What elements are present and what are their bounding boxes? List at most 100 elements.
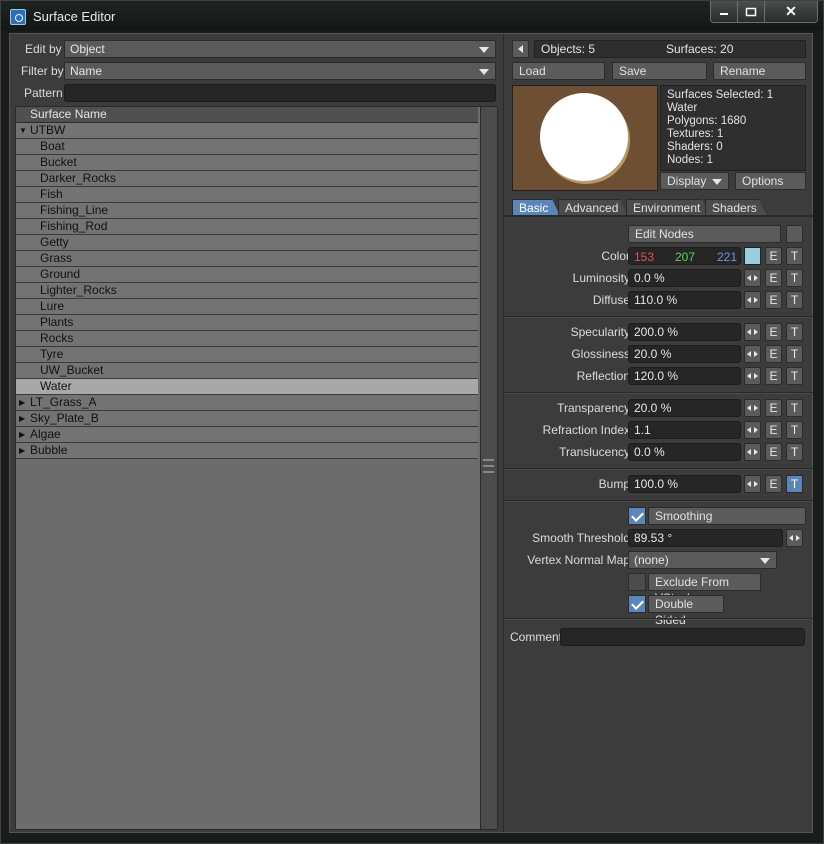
luminosity-input[interactable]: 0.0 % xyxy=(628,269,741,287)
translucency-envelope-button[interactable]: E xyxy=(765,443,782,461)
vertex-normal-map-dropdown[interactable]: (none) xyxy=(628,551,777,569)
list-scrollbar[interactable] xyxy=(480,107,497,829)
tab-advanced[interactable]: Advanced xyxy=(558,199,628,216)
surface-preview[interactable] xyxy=(512,85,658,191)
reflection-texture-button[interactable]: T xyxy=(786,367,803,385)
specularity-arrows-icon[interactable] xyxy=(744,323,761,341)
edit-nodes-toggle[interactable] xyxy=(786,225,803,243)
transparency-texture-button[interactable]: T xyxy=(786,399,803,417)
property-tabs: Basic Advanced Environment Shaders xyxy=(512,199,806,216)
luminosity-texture-button[interactable]: T xyxy=(786,269,803,287)
smoothing-checkbox[interactable] xyxy=(628,507,646,525)
rename-button[interactable]: Rename xyxy=(713,62,806,80)
reflection-arrows-icon[interactable] xyxy=(744,367,761,385)
glossiness-texture-button[interactable]: T xyxy=(786,345,803,363)
close-button[interactable]: ✕ xyxy=(765,1,817,22)
bump-input[interactable]: 100.0 % xyxy=(628,475,741,493)
collapsed-triangle-icon[interactable]: ▶ xyxy=(19,427,25,442)
color-envelope-button[interactable]: E xyxy=(765,247,782,265)
list-header-surface-name[interactable]: Surface Name xyxy=(16,107,478,123)
double-sided-checkbox[interactable] xyxy=(628,595,646,613)
bump-arrows-icon[interactable] xyxy=(744,475,761,493)
refraction-index-input[interactable]: 1.1 xyxy=(628,421,741,439)
bump-envelope-button[interactable]: E xyxy=(765,475,782,493)
specularity-texture-button[interactable]: T xyxy=(786,323,803,341)
exclude-vstack-label[interactable]: Exclude From VStack xyxy=(648,573,761,605)
tab-basic[interactable]: Basic xyxy=(512,199,560,216)
surface-group-row[interactable]: ▶ Bubble xyxy=(16,443,478,459)
edit-nodes-button[interactable]: Edit Nodes xyxy=(628,225,781,243)
surface-row[interactable]: Fishing_Rod xyxy=(16,219,478,235)
title-bar[interactable]: Surface Editor ✕ xyxy=(1,1,823,31)
surface-row[interactable]: Grass xyxy=(16,251,478,267)
color-texture-button[interactable]: T xyxy=(786,247,803,265)
collapsed-triangle-icon[interactable]: ▶ xyxy=(19,395,25,410)
collapsed-triangle-icon[interactable]: ▶ xyxy=(19,411,25,426)
surface-row[interactable]: Tyre xyxy=(16,347,478,363)
tab-environment[interactable]: Environment xyxy=(626,199,710,216)
load-button[interactable]: Load xyxy=(512,62,605,80)
glossiness-envelope-button[interactable]: E xyxy=(765,345,782,363)
translucency-input[interactable]: 0.0 % xyxy=(628,443,741,461)
surface-row[interactable]: Ground xyxy=(16,267,478,283)
refraction-arrows-icon[interactable] xyxy=(744,421,761,439)
diffuse-envelope-button[interactable]: E xyxy=(765,291,782,309)
collapse-left-button[interactable] xyxy=(512,40,529,58)
color-swatch[interactable] xyxy=(744,247,761,265)
collapsed-triangle-icon[interactable]: ▶ xyxy=(19,443,25,458)
scroll-grip-icon[interactable] xyxy=(483,459,494,473)
specularity-input[interactable]: 200.0 % xyxy=(628,323,741,341)
double-sided-label[interactable]: Double Sided xyxy=(648,595,724,627)
surface-row[interactable]: Bucket xyxy=(16,155,478,171)
pattern-input[interactable] xyxy=(64,84,496,102)
transparency-arrows-icon[interactable] xyxy=(744,399,761,417)
diffuse-arrows-icon[interactable] xyxy=(744,291,761,309)
options-button[interactable]: Options xyxy=(735,172,806,190)
save-button[interactable]: Save xyxy=(612,62,707,80)
specularity-envelope-button[interactable]: E xyxy=(765,323,782,341)
smooth-threshold-arrows-icon[interactable] xyxy=(786,529,803,547)
glossiness-arrows-icon[interactable] xyxy=(744,345,761,363)
translucency-texture-button[interactable]: T xyxy=(786,443,803,461)
refraction-envelope-button[interactable]: E xyxy=(765,421,782,439)
surface-group-row[interactable]: ▶ Algae xyxy=(16,427,478,443)
display-dropdown[interactable]: Display xyxy=(660,172,729,190)
smoothing-label[interactable]: Smoothing xyxy=(648,507,806,525)
surface-row[interactable]: UW_Bucket xyxy=(16,363,478,379)
surface-row[interactable]: Rocks xyxy=(16,331,478,347)
surface-row[interactable]: Fish xyxy=(16,187,478,203)
smooth-threshold-input[interactable]: 89.53 ° xyxy=(628,529,783,547)
expanded-triangle-icon[interactable]: ▼ xyxy=(19,123,27,138)
refraction-texture-button[interactable]: T xyxy=(786,421,803,439)
maximize-button[interactable] xyxy=(738,1,765,22)
surface-row[interactable]: Lighter_Rocks xyxy=(16,283,478,299)
diffuse-texture-button[interactable]: T xyxy=(786,291,803,309)
luminosity-arrows-icon[interactable] xyxy=(744,269,761,287)
bump-texture-button[interactable]: T xyxy=(786,475,803,493)
luminosity-envelope-button[interactable]: E xyxy=(765,269,782,287)
surface-row[interactable]: Lure xyxy=(16,299,478,315)
minimize-button[interactable] xyxy=(711,1,738,22)
filter-by-dropdown[interactable]: Name xyxy=(64,62,496,80)
tab-shaders[interactable]: Shaders xyxy=(705,199,767,216)
surface-row[interactable]: Getty xyxy=(16,235,478,251)
surface-group-row[interactable]: ▶ LT_Grass_A xyxy=(16,395,478,411)
exclude-vstack-checkbox[interactable] xyxy=(628,573,646,591)
surface-group-row[interactable]: ▼ UTBW xyxy=(16,123,478,139)
reflection-input[interactable]: 120.0 % xyxy=(628,367,741,385)
surface-group-row[interactable]: ▶ Sky_Plate_B xyxy=(16,411,478,427)
color-input[interactable]: 153 207 221 xyxy=(628,247,741,265)
diffuse-input[interactable]: 110.0 % xyxy=(628,291,741,309)
glossiness-input[interactable]: 20.0 % xyxy=(628,345,741,363)
edit-by-dropdown[interactable]: Object xyxy=(64,40,496,58)
transparency-envelope-button[interactable]: E xyxy=(765,399,782,417)
translucency-arrows-icon[interactable] xyxy=(744,443,761,461)
reflection-envelope-button[interactable]: E xyxy=(765,367,782,385)
surface-row[interactable]: Plants xyxy=(16,315,478,331)
surface-row[interactable]: Boat xyxy=(16,139,478,155)
surface-row[interactable]: Darker_Rocks xyxy=(16,171,478,187)
transparency-input[interactable]: 20.0 % xyxy=(628,399,741,417)
surface-row[interactable]: Water xyxy=(16,379,478,395)
comment-input[interactable] xyxy=(560,628,805,646)
surface-row[interactable]: Fishing_Line xyxy=(16,203,478,219)
